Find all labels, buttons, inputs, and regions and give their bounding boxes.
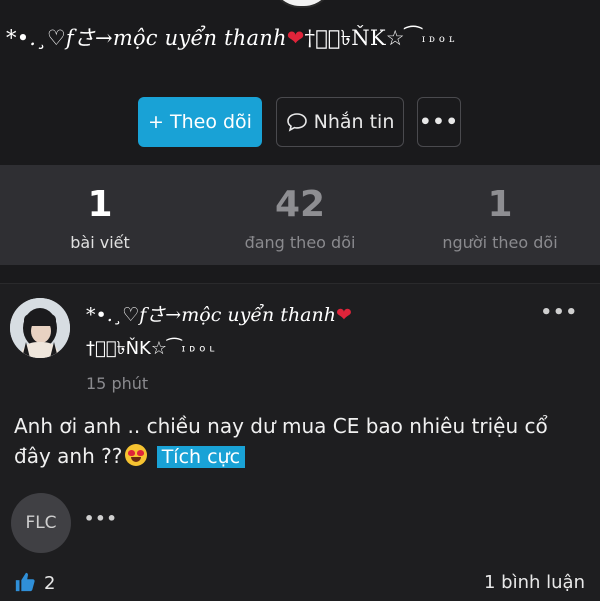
author-name-suffix: †ঔ⃝৳ŇK☆⁀ɪᴅᴏʟ: [86, 334, 218, 365]
follow-button[interactable]: + Theo dõi: [138, 97, 262, 147]
avatar-image: [10, 298, 70, 358]
thumbs-up-icon[interactable]: [14, 571, 36, 593]
profile-name-idol: ɪᴅᴏʟ: [421, 34, 459, 45]
stat-following-value: 42: [274, 184, 326, 225]
profile-name-suffix: †ঔ⃝৳ŇK☆⁀: [304, 26, 422, 50]
profile-name-text: *•.¸♡fさ→mộc uyển thanh: [6, 26, 287, 50]
stat-posts[interactable]: 1 bài viết: [0, 165, 200, 265]
author-name-text: *•.¸♡fさ→mộc uyển thanh: [86, 304, 336, 326]
stat-posts-value: 1: [87, 184, 113, 225]
more-icon: •••: [419, 111, 459, 133]
post-content: Anh ơi anh .. chiều nay dư mua CE bao nh…: [14, 411, 584, 472]
comment-more-button[interactable]: •••: [84, 509, 118, 528]
profile-stats: 1 bài viết 42 đang theo dõi 1 người theo…: [0, 165, 600, 265]
message-button[interactable]: Nhắn tin: [276, 97, 404, 147]
post-text: Anh ơi anh .. chiều nay dư mua CE bao nh…: [14, 414, 548, 468]
message-button-label: Nhắn tin: [313, 111, 395, 133]
chat-bubble-icon: [286, 113, 307, 132]
sentiment-tag[interactable]: Tích cực: [156, 446, 246, 468]
comment-count[interactable]: 1 bình luận: [484, 572, 585, 593]
author-name-idol: ɪᴅᴏʟ: [181, 343, 219, 355]
stat-posts-label: bài viết: [70, 233, 130, 252]
commenter-avatar[interactable]: FLC: [11, 493, 71, 553]
more-options-button[interactable]: •••: [417, 97, 461, 147]
stat-following-label: đang theo dõi: [244, 233, 356, 252]
post-card: *•.¸♡fさ→mộc uyển thanh❤ †ঔ⃝৳ŇK☆⁀ɪᴅᴏʟ 15 …: [0, 283, 600, 601]
profile-avatar[interactable]: [270, 0, 334, 8]
stat-followers-label: người theo dõi: [442, 233, 558, 252]
heart-icon: ❤: [286, 26, 305, 50]
author-avatar[interactable]: [10, 298, 70, 358]
follow-button-label: + Theo dõi: [148, 111, 252, 133]
heart-icon: ❤: [335, 304, 352, 326]
post-menu-button[interactable]: •••: [540, 302, 578, 323]
profile-name: *•.¸♡fさ→mộc uyển thanh❤†ঔ⃝৳ŇK☆⁀ɪᴅᴏʟ: [6, 22, 596, 57]
post-timestamp: 15 phút: [86, 374, 149, 393]
heart-eyes-emoji-icon: [125, 444, 148, 466]
author-name-suffix-text: †ঔ⃝৳ŇK☆⁀: [86, 338, 182, 359]
stat-followers[interactable]: 1 người theo dõi: [400, 165, 600, 265]
stat-following[interactable]: 42 đang theo dõi: [200, 165, 400, 265]
author-name[interactable]: *•.¸♡fさ→mộc uyển thanh❤: [86, 300, 352, 327]
like-count[interactable]: 2: [44, 573, 55, 594]
stat-followers-value: 1: [487, 184, 513, 225]
